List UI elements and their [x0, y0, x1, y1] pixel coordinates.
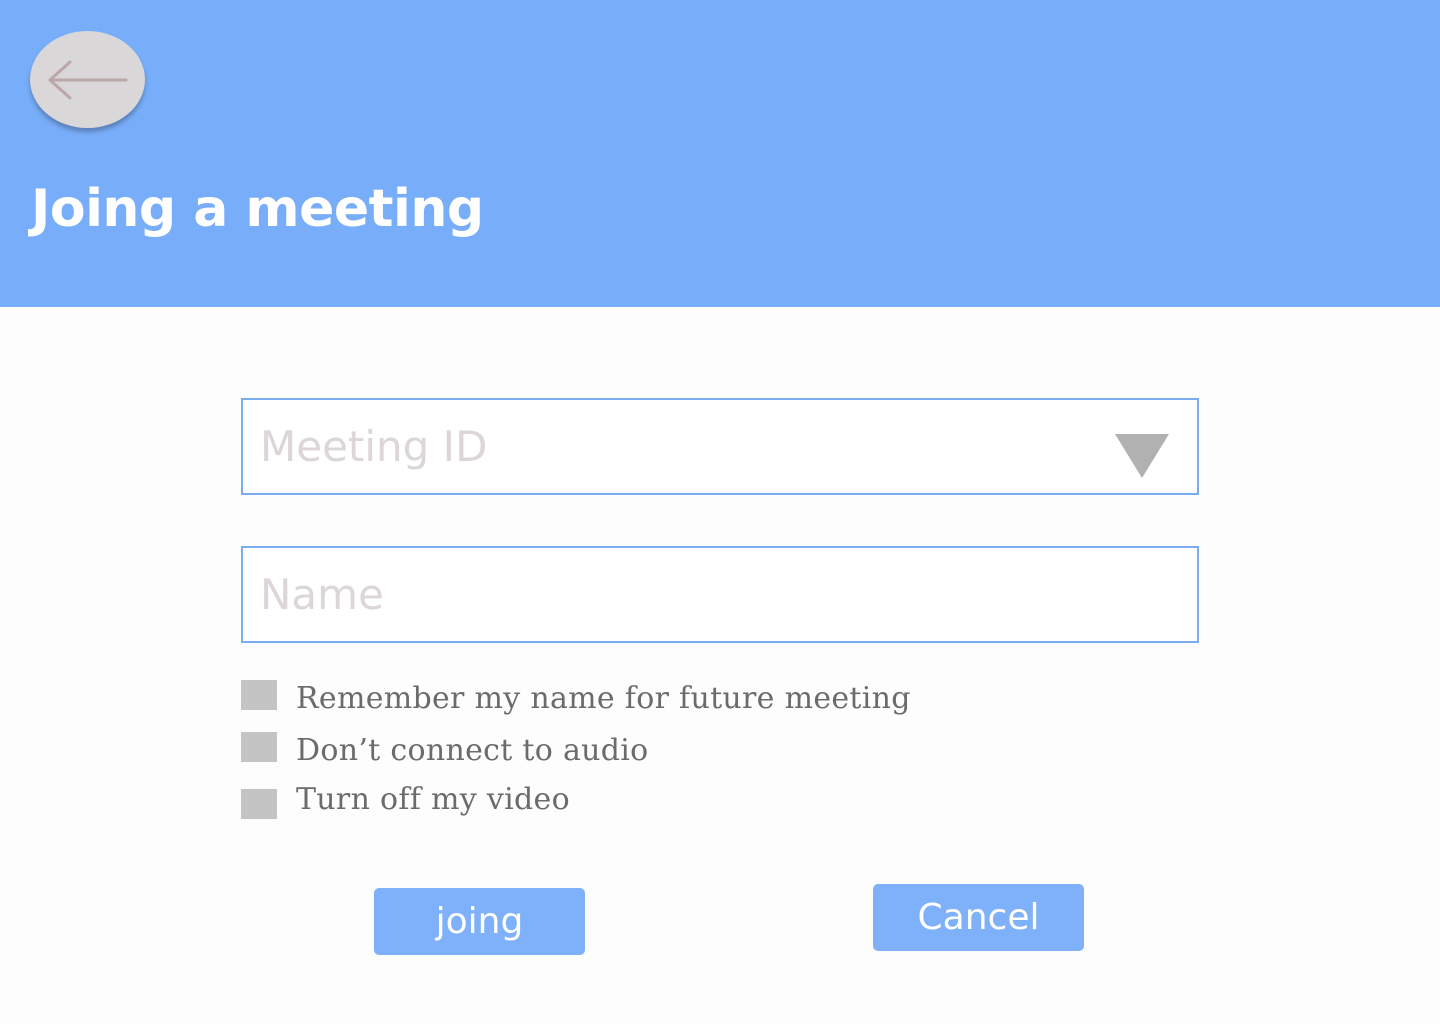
meeting-id-dropdown[interactable]: [241, 398, 1199, 495]
join-button[interactable]: joing: [374, 888, 585, 955]
arrow-left-icon: [48, 60, 128, 100]
no-audio-label: Don’t connect to audio: [296, 733, 649, 768]
remember-name-checkbox[interactable]: [241, 680, 277, 710]
cancel-button[interactable]: Cancel: [873, 884, 1084, 951]
meeting-id-input[interactable]: [243, 400, 1197, 493]
triangle-down-icon[interactable]: [1113, 432, 1171, 482]
no-audio-checkbox[interactable]: [241, 732, 277, 762]
name-input[interactable]: [243, 548, 1197, 641]
back-button[interactable]: [30, 31, 145, 128]
name-field[interactable]: [241, 546, 1199, 643]
video-off-label: Turn off my video: [296, 782, 570, 817]
header-bar: Joing a meeting: [0, 0, 1440, 307]
video-off-checkbox[interactable]: [241, 789, 277, 819]
remember-name-label: Remember my name for future meeting: [296, 681, 911, 716]
page-title: Joing a meeting: [31, 179, 484, 239]
